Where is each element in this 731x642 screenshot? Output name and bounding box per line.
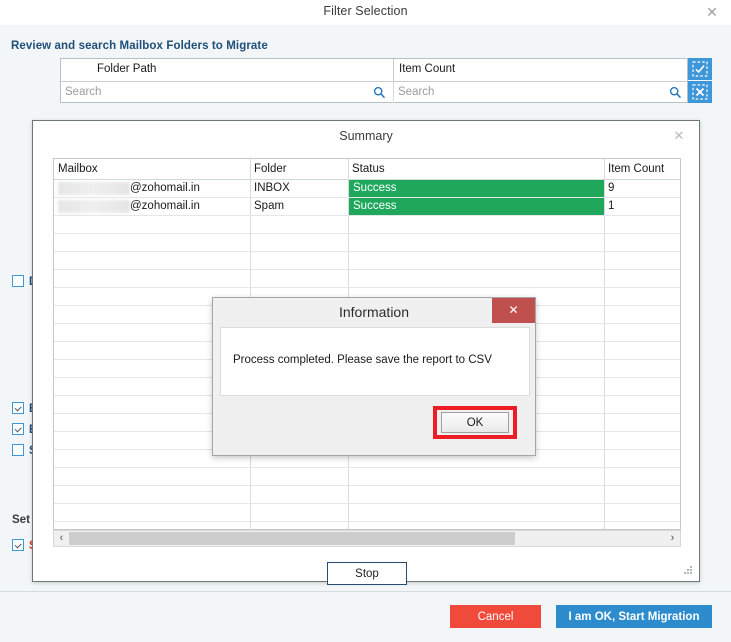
cancel-button[interactable]: Cancel xyxy=(450,605,541,628)
option-checkbox-0[interactable] xyxy=(12,275,24,287)
scroll-right-icon[interactable]: › xyxy=(665,531,680,546)
status-badge: Success xyxy=(349,198,604,215)
information-message: Process completed. Please save the repor… xyxy=(233,354,492,366)
stop-button[interactable]: Stop xyxy=(327,562,407,585)
set-option-checkbox[interactable] xyxy=(12,539,24,551)
grid-tool-column xyxy=(688,58,712,103)
option-checkbox-3[interactable] xyxy=(12,444,24,456)
information-dialog-title: Information xyxy=(338,304,410,320)
cell-item-count: 9 xyxy=(608,182,615,194)
search-input-item-count[interactable]: Search xyxy=(398,86,434,98)
table-row-empty[interactable] xyxy=(54,522,680,529)
summary-column-mailbox: Mailbox xyxy=(58,163,98,175)
mailbox-redaction xyxy=(58,182,130,195)
deselect-all-icon[interactable] xyxy=(688,81,712,103)
table-row-empty[interactable] xyxy=(54,270,680,288)
table-row-empty[interactable] xyxy=(54,504,680,522)
summary-column-status: Status xyxy=(352,163,385,175)
information-close-icon[interactable]: ✕ xyxy=(492,298,535,323)
column-header-folder-path[interactable]: Folder Path xyxy=(97,63,156,75)
ok-button[interactable]: OK xyxy=(441,412,509,433)
summary-dialog-title: Summary xyxy=(339,129,393,143)
table-row-empty[interactable] xyxy=(54,252,680,270)
search-input-folder-path[interactable]: Search xyxy=(65,86,101,98)
cell-status: Success xyxy=(353,182,397,194)
information-titlebar: Information ✕ xyxy=(213,298,535,327)
cell-mailbox: @zohomail.in xyxy=(130,182,200,194)
window-body: Review and search Mailbox Folders to Mig… xyxy=(0,25,731,591)
table-row[interactable]: @zohomail.in Spam Success 1 xyxy=(54,198,680,216)
magnifier-icon[interactable] xyxy=(373,86,386,99)
summary-column-item-count: Item Count xyxy=(608,163,665,175)
start-migration-button[interactable]: I am OK, Start Migration xyxy=(556,605,712,628)
folder-grid-search-row: Search Search xyxy=(61,82,687,103)
status-badge: Success xyxy=(349,180,604,197)
resize-grip-icon[interactable] xyxy=(684,566,693,575)
option-checkbox-2[interactable] xyxy=(12,423,24,435)
window-close-icon[interactable]: ✕ xyxy=(701,3,723,21)
table-row-empty[interactable] xyxy=(54,234,680,252)
summary-horizontal-scrollbar[interactable]: ‹ › xyxy=(53,530,681,547)
select-all-icon[interactable] xyxy=(688,58,712,80)
folder-grid: Folder Path Item Count Search Search xyxy=(60,58,688,103)
cell-folder: Spam xyxy=(254,200,285,212)
magnifier-icon[interactable] xyxy=(669,86,682,99)
cell-mailbox: @zohomail.in xyxy=(130,200,200,212)
section-heading: Review and search Mailbox Folders to Mig… xyxy=(11,40,268,52)
cell-folder: INBOX xyxy=(254,182,290,194)
folder-grid-header: Folder Path Item Count xyxy=(61,59,687,82)
cell-status: Success xyxy=(353,200,397,212)
window-titlebar: Filter Selection ✕ xyxy=(0,0,731,26)
app-root: Filter Selection ✕ Review and search Mai… xyxy=(0,0,731,642)
summary-grid-header: Mailbox Folder Status Item Count xyxy=(54,159,680,180)
column-header-item-count[interactable]: Item Count xyxy=(399,63,455,75)
mailbox-redaction xyxy=(58,200,130,213)
window-title: Filter Selection xyxy=(323,4,408,18)
table-row[interactable]: @zohomail.in INBOX Success 9 xyxy=(54,180,680,198)
scroll-left-icon[interactable]: ‹ xyxy=(54,531,69,546)
table-row-empty[interactable] xyxy=(54,486,680,504)
summary-column-folder: Folder xyxy=(254,163,287,175)
information-message-panel: Process completed. Please save the repor… xyxy=(220,327,530,396)
table-row-empty[interactable] xyxy=(54,468,680,486)
option-checkbox-1[interactable] xyxy=(12,402,24,414)
table-row-empty[interactable] xyxy=(54,216,680,234)
cell-item-count: 1 xyxy=(608,200,615,212)
scrollbar-thumb[interactable] xyxy=(69,532,515,545)
action-bar: Cancel I am OK, Start Migration xyxy=(0,591,731,642)
summary-close-icon[interactable]: ✕ xyxy=(669,127,689,145)
